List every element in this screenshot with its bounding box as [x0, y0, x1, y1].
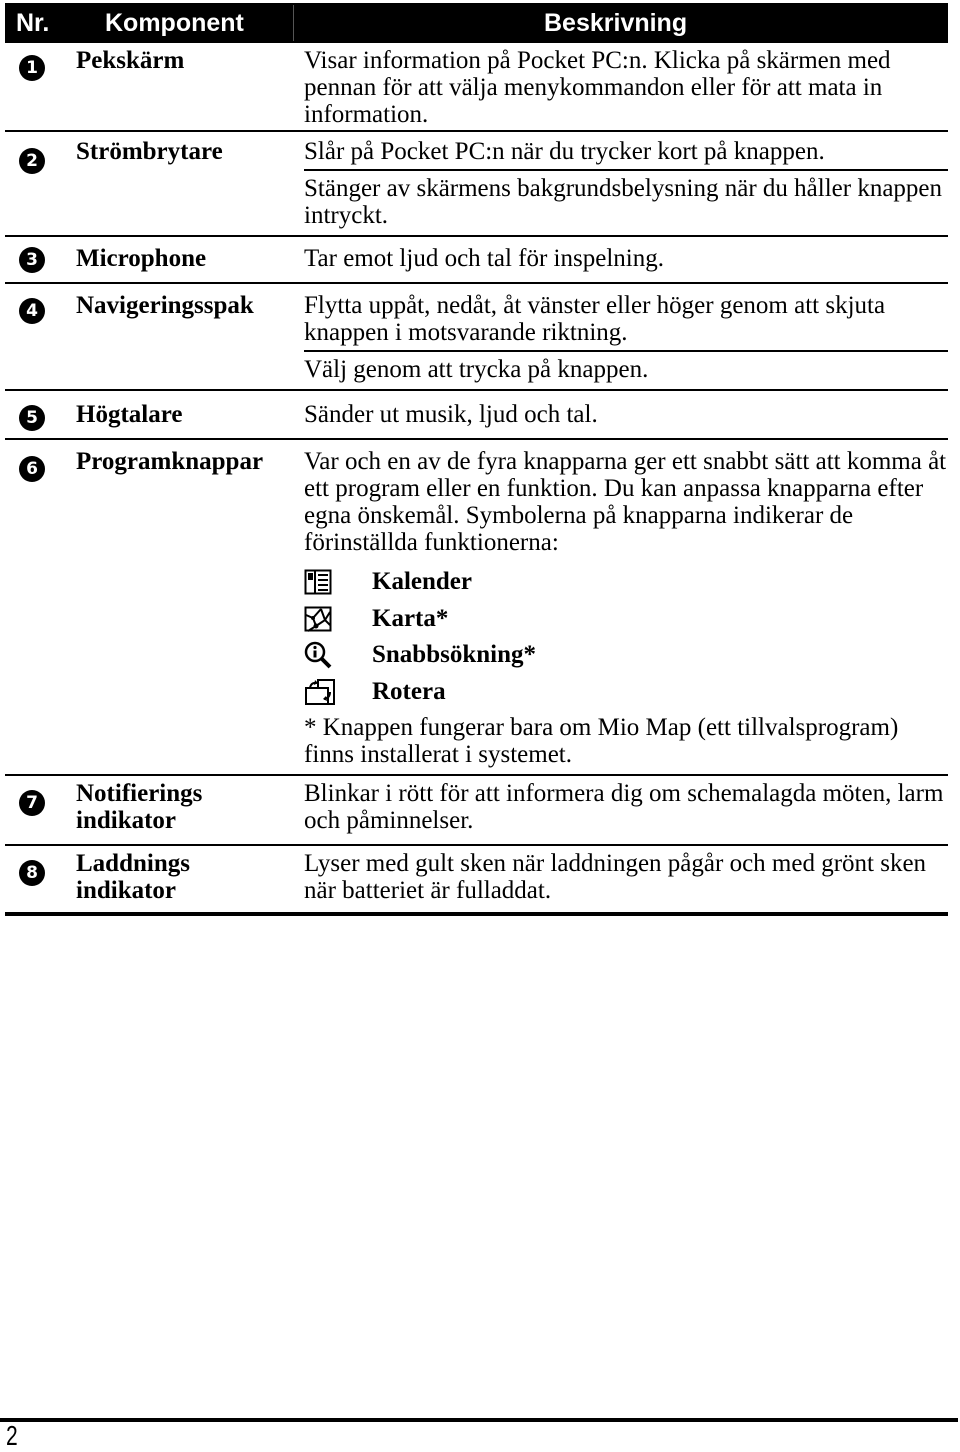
map-icon — [304, 604, 338, 634]
component-table: Nr. Komponent Beskrivning 1 Pekskärm Vis… — [5, 3, 948, 916]
description-text: Tar emot ljud och tal för inspelning. — [304, 245, 664, 272]
table-row: 6 Programknappar Var och en av de fyra k… — [5, 440, 948, 776]
program-button-label: Rotera — [372, 677, 446, 705]
program-button-item: Snabbsökning* — [304, 637, 948, 674]
table-row: 2 Strömbrytare Slår på Pocket PC:n när d… — [5, 132, 948, 237]
header-divider — [293, 5, 294, 41]
component-name: Strömbrytare — [76, 138, 223, 165]
row-number-badge: 6 — [19, 456, 45, 482]
program-button-label: Karta* — [372, 604, 449, 632]
header-nr: Nr. — [16, 9, 50, 37]
table-row: 5 Högtalare Sänder ut musik, ljud och ta… — [5, 391, 948, 440]
header-component: Komponent — [105, 9, 244, 37]
table-row: 1 Pekskärm Visar information på Pocket P… — [5, 43, 948, 132]
component-name: Högtalare — [76, 401, 183, 428]
table-header: Nr. Komponent Beskrivning — [5, 3, 948, 43]
description-text: Blinkar i rött för att informera dig om … — [304, 780, 944, 834]
program-button-label: Snabbsökning* — [372, 641, 537, 669]
info-search-icon — [304, 640, 338, 670]
calendar-icon — [304, 567, 338, 597]
description-cell: Tar emot ljud och tal för inspelning. — [304, 237, 948, 282]
description-text: Välj genom att trycka på knappen. — [304, 350, 948, 389]
row-number-badge: 4 — [19, 298, 45, 324]
description-text: Var och en av de fyra knapparna ger ett … — [304, 448, 947, 556]
footer-rule — [0, 1418, 958, 1422]
component-name: Laddnings indikator — [76, 850, 190, 904]
program-button-label: Kalender — [372, 568, 472, 596]
component-name: Microphone — [76, 245, 207, 272]
program-button-list: Kalender Karta* Snabbsökning* Rotera — [304, 564, 948, 710]
program-button-item: Rotera — [304, 674, 948, 711]
row-number-badge: 7 — [19, 790, 45, 816]
component-name: Navigeringsspak — [76, 292, 254, 319]
row-number-badge: 2 — [19, 148, 45, 174]
table-row: 4 Navigeringsspak Flytta uppåt, nedåt, å… — [5, 284, 948, 391]
program-button-item: Karta* — [304, 601, 948, 638]
description-text: Lyser med gult sken när laddningen pågår… — [304, 850, 927, 904]
component-name: Pekskärm — [76, 47, 185, 74]
description-text: Visar information på Pocket PC:n. Klicka… — [304, 47, 891, 128]
description-text: Flytta uppåt, nedåt, åt vänster eller hö… — [304, 292, 886, 346]
description-cell: Blinkar i rött för att informera dig om … — [304, 776, 948, 844]
footnote-text: * Knappen fungerar bara om Mio Map (ett … — [304, 714, 899, 768]
row-number-badge: 3 — [19, 247, 45, 273]
row-number-badge: 1 — [19, 55, 45, 81]
description-text: Sänder ut musik, ljud och tal. — [304, 401, 598, 428]
description-cell: Visar information på Pocket PC:n. Klicka… — [304, 43, 948, 130]
rotate-icon — [304, 677, 338, 707]
component-name: Notifierings indikator — [76, 780, 203, 834]
component-name: Programknappar — [76, 448, 264, 475]
row-number-badge: 5 — [19, 405, 45, 431]
description-cell: Lyser med gult sken när laddningen pågår… — [304, 846, 948, 912]
description-cell: Sänder ut musik, ljud och tal. — [304, 391, 948, 438]
description-cell: Slår på Pocket PC:n när du trycker kort … — [304, 132, 948, 235]
description-cell: Var och en av de fyra knapparna ger ett … — [304, 440, 948, 774]
row-number-badge: 8 — [19, 860, 45, 886]
description-text: Stänger av skärmens bakgrundsbelysning n… — [304, 169, 948, 235]
header-description: Beskrivning — [544, 9, 688, 37]
description-cell: Flytta uppåt, nedåt, åt vänster eller hö… — [304, 284, 948, 389]
table-row: 3 Microphone Tar emot ljud och tal för i… — [5, 237, 948, 284]
page-number: 2 — [6, 1420, 18, 1451]
table-row: 8 Laddnings indikator Lyser med gult ske… — [5, 846, 948, 916]
description-text: Slår på Pocket PC:n när du trycker kort … — [304, 138, 825, 165]
table-row: 7 Notifierings indikator Blinkar i rött … — [5, 776, 948, 846]
program-button-item: Kalender — [304, 564, 948, 601]
